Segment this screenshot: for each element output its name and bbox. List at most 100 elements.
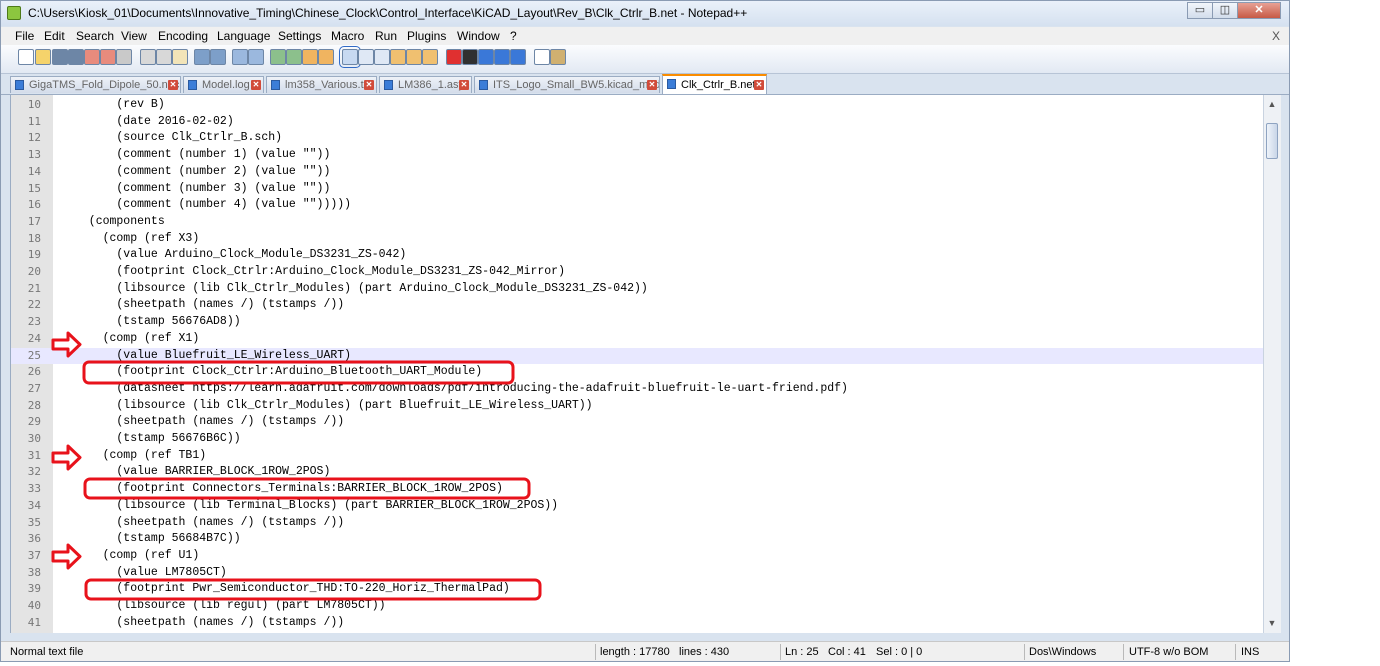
record-macro-icon[interactable] [446,49,462,65]
tab-close-icon[interactable]: ✕ [459,80,469,90]
vertical-scrollbar[interactable]: ▲ ▼ [1263,95,1281,633]
menu-language[interactable]: Language [217,29,270,43]
code-line[interactable]: 16 (comment (number 4) (value ""))))) [11,197,1263,214]
document-map-icon[interactable] [406,49,422,65]
save-all-icon[interactable] [68,49,84,65]
tab-close-icon[interactable]: ✕ [168,80,178,90]
tab-its-logo-kicad-mod[interactable]: ITS_Logo_Small_BW5.kicad_mod ✕ [474,76,660,93]
code-line[interactable]: 41 (sheetpath (names /) (tstamps /)) [11,615,1263,632]
code-line[interactable]: 22 (sheetpath (names /) (tstamps /)) [11,297,1263,314]
code-line[interactable]: 35 (sheetpath (names /) (tstamps /)) [11,515,1263,532]
code-line[interactable]: 40 (libsource (lib regul) (part LM7805CT… [11,598,1263,615]
code-line[interactable]: 28 (libsource (lib Clk_Ctrlr_Modules) (p… [11,398,1263,415]
scroll-thumb[interactable] [1266,123,1278,159]
find-icon[interactable] [232,49,248,65]
code-line[interactable]: 10 (rev B) [11,97,1263,114]
save-icon[interactable] [52,49,68,65]
menu-search[interactable]: Search [76,29,114,43]
code-line[interactable]: 25 (value Bluefruit_LE_Wireless_UART) [11,347,1263,365]
menu-file[interactable]: File [15,29,34,43]
code-line[interactable]: 33 (footprint Connectors_Terminals:BARRI… [11,481,1263,498]
code-line[interactable]: 37 (comp (ref U1) [11,548,1263,565]
tab-giga-tms-fold-dipole[interactable]: GigaTMS_Fold_Dipole_50.nec ✕ [10,76,181,93]
menu-plugins[interactable]: Plugins [407,29,446,43]
code-line[interactable]: 39 (footprint Pwr_Semiconductor_THD:TO-2… [11,581,1263,598]
text-editor[interactable]: 10 (rev B) 11 (date 2016-02-02) 12 (source… [10,95,1263,633]
show-all-characters-icon[interactable] [358,49,374,65]
tab-close-icon[interactable]: ✕ [754,80,764,90]
new-file-icon[interactable] [18,49,34,65]
code-line[interactable]: 14 (comment (number 2) (value "")) [11,164,1263,181]
paste-icon[interactable] [172,49,188,65]
code-line[interactable]: 32 (value BARRIER_BLOCK_1ROW_2POS) [11,464,1263,481]
save-macro-icon[interactable] [510,49,526,65]
function-list-icon[interactable] [422,49,438,65]
scroll-up-icon[interactable]: ▲ [1266,98,1278,110]
code-line[interactable]: 20 (footprint Clock_Ctrlr:Arduino_Clock_… [11,264,1263,281]
close-all-icon[interactable] [100,49,116,65]
menu-help[interactable]: ? [510,29,517,43]
close-window-button[interactable]: ✕ [1237,2,1281,19]
code-line[interactable]: 36 (tstamp 56684B7C)) [11,531,1263,548]
code-line[interactable]: 12 (source Clk_Ctrlr_B.sch) [11,130,1263,147]
menu-run[interactable]: Run [375,29,397,43]
code-line[interactable]: 19 (value Arduino_Clock_Module_DS3231_ZS… [11,247,1263,264]
code-line[interactable]: 11 (date 2016-02-02) [11,114,1263,131]
code-line[interactable]: 18 (comp (ref X3) [11,231,1263,248]
minimize-button[interactable]: ▭ [1187,2,1213,19]
code-line[interactable]: 26 (footprint Clock_Ctrlr:Arduino_Blueto… [11,364,1263,381]
menu-settings[interactable]: Settings [278,29,321,43]
spell-check-options-icon[interactable] [550,49,566,65]
code-line[interactable]: 27 (datasheet https://learn.adafruit.com… [11,381,1263,398]
code-line[interactable]: 23 (tstamp 56676AD8)) [11,314,1263,331]
tab-clk-ctrlr-b-net[interactable]: Clk_Ctrlr_B.net ✕ [662,74,767,94]
code-line[interactable]: 17 (components [11,214,1263,231]
open-file-icon[interactable] [35,49,51,65]
folder-as-workspace-icon[interactable] [390,49,406,65]
tab-close-icon[interactable]: ✕ [251,80,261,90]
tab-lm386-asy[interactable]: LM386_1.asy ✕ [379,76,472,93]
code-line[interactable]: 34 (libsource (lib Terminal_Blocks) (par… [11,498,1263,515]
tab-model-log[interactable]: Model.log ✕ [183,76,264,93]
code-line[interactable]: 13 (comment (number 1) (value "")) [11,147,1263,164]
zoom-in-icon[interactable] [270,49,286,65]
code-line[interactable]: 24 (comp (ref X1) [11,331,1263,348]
code-text: (sheetpath (names /) (tstamps /)) [75,615,345,629]
close-document-button[interactable]: X [1272,29,1280,43]
sync-horizontal-icon[interactable] [318,49,334,65]
cut-icon[interactable] [140,49,156,65]
maximize-button[interactable]: ◫ [1212,2,1238,19]
menu-edit[interactable]: Edit [44,29,65,43]
status-selection: Sel : 0 | 0 [876,646,923,658]
code-line[interactable]: 30 (tstamp 56676B6C)) [11,431,1263,448]
code-line[interactable]: 38 (value LM7805CT) [11,565,1263,582]
stop-recording-icon[interactable] [462,49,478,65]
copy-icon[interactable] [156,49,172,65]
file-icon [271,80,280,90]
code-line[interactable]: 15 (comment (number 3) (value "")) [11,181,1263,198]
play-macro-icon[interactable] [478,49,494,65]
menu-macro[interactable]: Macro [331,29,364,43]
menu-view[interactable]: View [121,29,147,43]
zoom-out-icon[interactable] [286,49,302,65]
close-icon[interactable] [84,49,100,65]
tab-close-icon[interactable]: ✕ [364,80,374,90]
undo-icon[interactable] [194,49,210,65]
code-line[interactable]: 21 (libsource (lib Clk_Ctrlr_Modules) (p… [11,281,1263,298]
print-icon[interactable] [116,49,132,65]
tab-lm358-various[interactable]: lm358_Various.txt ✕ [266,76,377,93]
replace-icon[interactable] [248,49,264,65]
scroll-down-icon[interactable]: ▼ [1266,617,1278,629]
sync-vertical-icon[interactable] [302,49,318,65]
code-line[interactable]: 29 (sheetpath (names /) (tstamps /)) [11,414,1263,431]
menu-window[interactable]: Window [457,29,500,43]
indent-guide-icon[interactable] [374,49,390,65]
run-macro-multiple-icon[interactable] [494,49,510,65]
menu-encoding[interactable]: Encoding [158,29,208,43]
tab-close-icon[interactable]: ✕ [647,80,657,90]
spell-check-icon[interactable] [534,49,550,65]
code-text: (comp (ref X3) [75,231,200,245]
word-wrap-icon[interactable] [339,46,361,68]
redo-icon[interactable] [210,49,226,65]
code-line[interactable]: 31 (comp (ref TB1) [11,448,1263,465]
